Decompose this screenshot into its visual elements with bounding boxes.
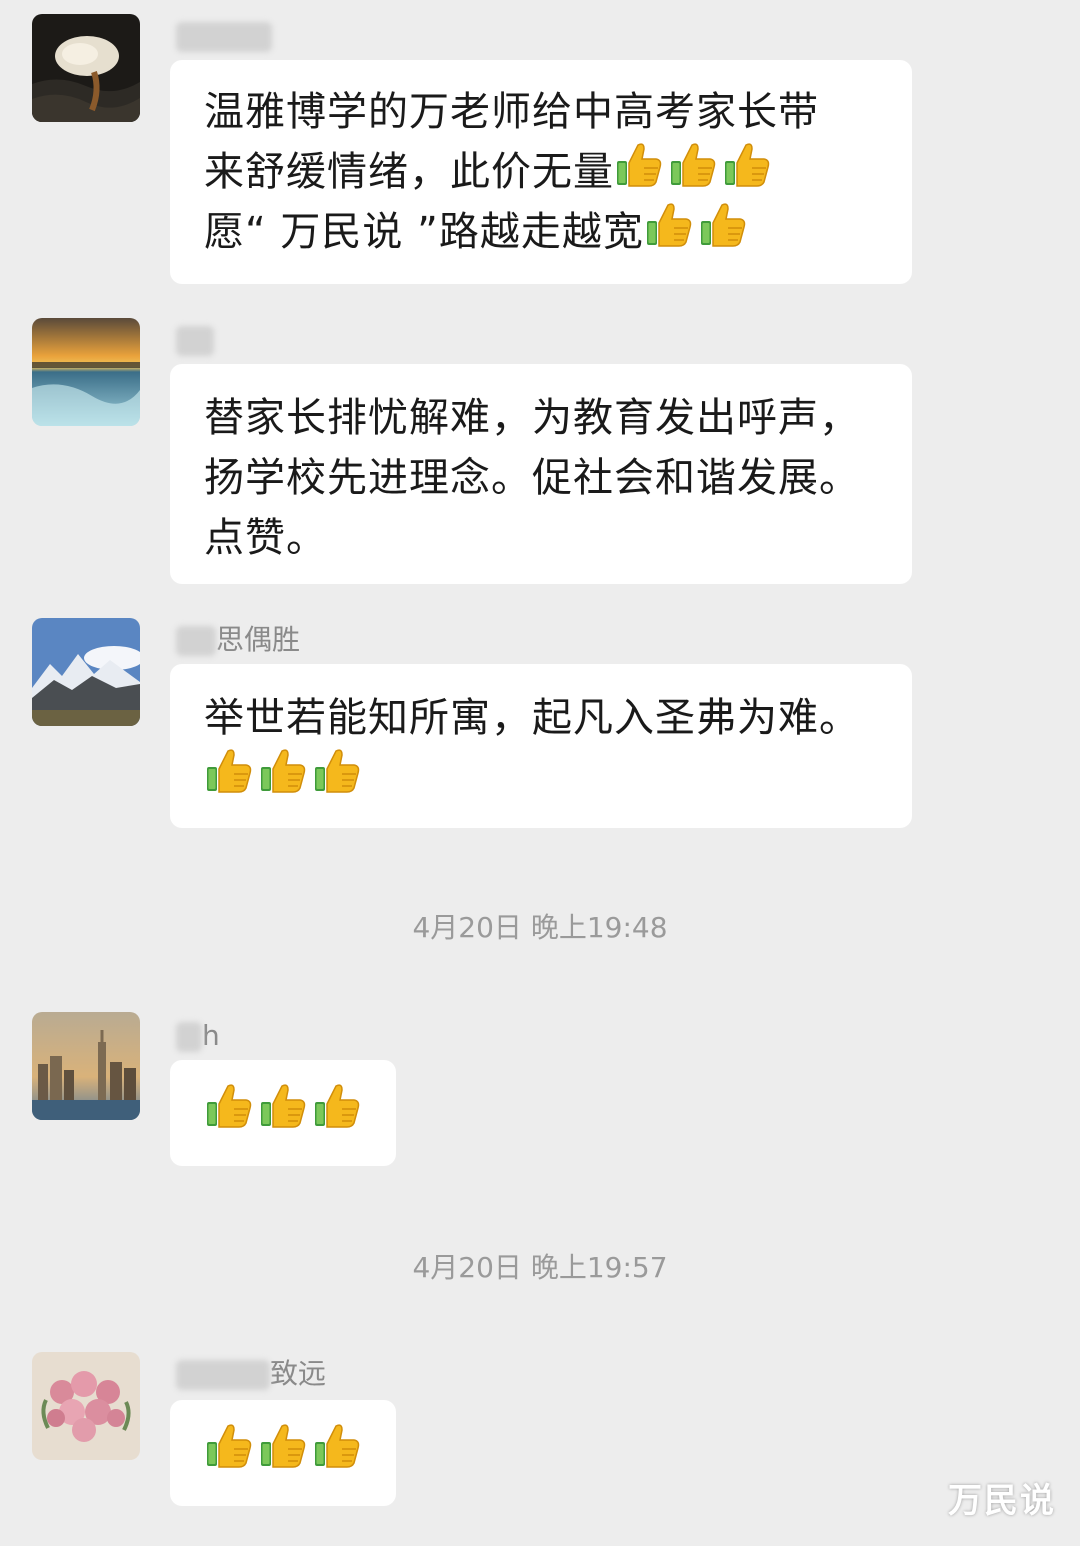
thumbs-up-icon [258,1420,308,1470]
message-bubble[interactable]: 替家长排忧解难，为教育发出呼声， 扬学校先进理念。促社会和谐发展。 点赞。 [170,364,912,584]
message-line [204,1423,366,1483]
message-line: 替家长排忧解难，为教育发出呼声， [204,395,860,441]
thumbs-up-icon [698,199,748,249]
city-skyline-avatar [32,1012,140,1120]
avatar[interactable] [32,1352,140,1460]
timestamp: 4月20日 晚上19:57 [412,1251,668,1284]
blurred-name [176,1022,202,1052]
message-line: 点赞。 [204,515,327,561]
nautilus-shell-avatar [32,14,140,122]
blurred-name [176,326,214,356]
thumbs-up-icon [312,745,362,795]
blurred-name [176,1360,270,1390]
blurred-name [176,22,272,52]
message-line: 来舒缓情绪，此价无量 [204,142,882,202]
message-line: 举世若能知所寓，起凡入圣弗为难。 [204,695,860,741]
message-line [204,1083,366,1143]
sender-name: 思偶胜 [176,622,300,658]
thumbs-up-icon [204,1080,254,1130]
sender-name: 致远 [176,1356,326,1392]
thumbs-up-icon [312,1420,362,1470]
rose-bouquet-avatar [32,1352,140,1460]
sender-name [176,322,214,358]
watermark-logo: 万民说 [948,1481,1056,1521]
avatar[interactable] [32,318,140,426]
avatar[interactable] [32,1012,140,1120]
avatar[interactable] [32,14,140,122]
thumbs-up-icon [312,1080,362,1130]
thumbs-up-icon [258,745,308,795]
avatar[interactable] [32,618,140,726]
thumbs-up-icon [614,139,664,189]
thumbs-up-icon [644,199,694,249]
thumbs-up-icon [668,139,718,189]
sunset-lake-avatar [32,318,140,426]
snow-mountain-avatar [32,618,140,726]
thumbs-up-icon [204,1420,254,1470]
message-line: 愿“ 万民说 ”路越走越宽 [204,202,882,262]
message-line: 温雅博学的万老师给中高考家长带 [204,89,819,135]
message-line: 扬学校先进理念。促社会和谐发展。 [204,455,860,501]
sender-name [176,18,272,54]
message-bubble[interactable]: 温雅博学的万老师给中高考家长带 来舒缓情绪，此价无量 愿“ 万民说 ”路越走越宽 [170,60,912,284]
message-bubble[interactable]: 举世若能知所寓，起凡入圣弗为难。 [170,664,912,828]
thumbs-up-icon [204,745,254,795]
sender-name: h [176,1018,220,1054]
message-bubble[interactable] [170,1060,396,1166]
message-bubble[interactable] [170,1400,396,1506]
thumbs-up-icon [722,139,772,189]
thumbs-up-icon [258,1080,308,1130]
timestamp: 4月20日 晚上19:48 [412,911,668,944]
message-line [204,748,882,808]
blurred-name [176,626,216,656]
